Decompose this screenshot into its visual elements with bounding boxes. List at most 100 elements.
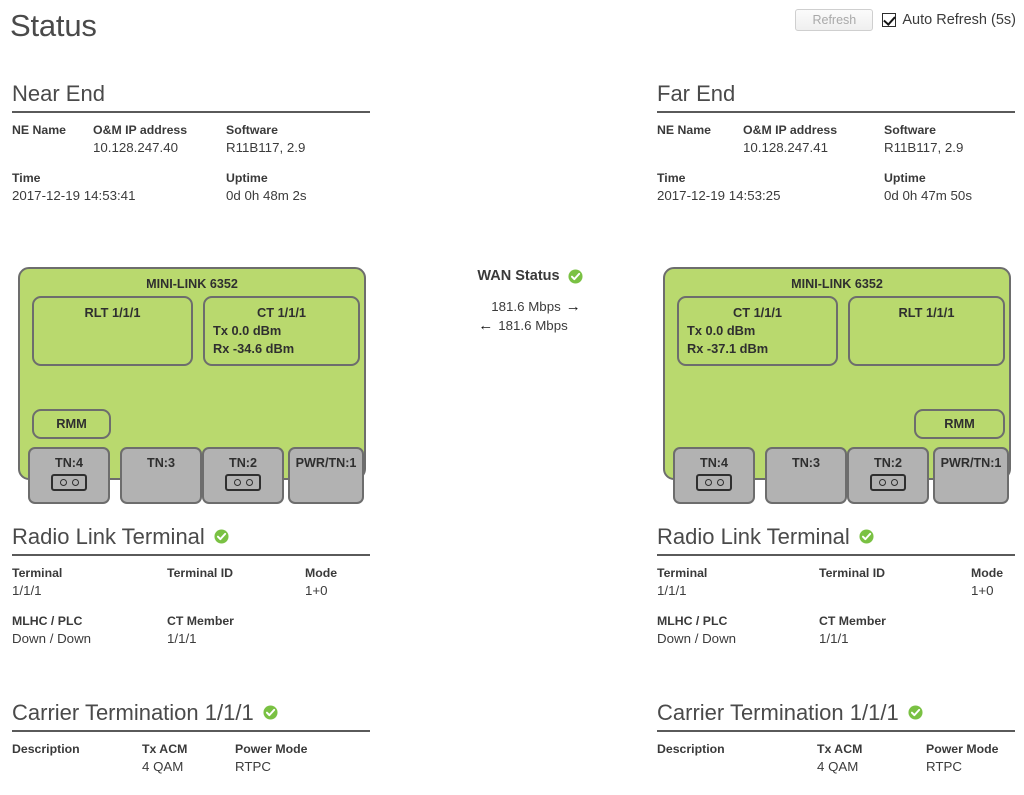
module-label: PWR/TN:1 xyxy=(940,456,1002,470)
check-circle-icon xyxy=(214,529,229,544)
arrow-left-icon: ← xyxy=(478,317,494,334)
field-label: MLHC / PLC xyxy=(657,614,728,629)
field-label: NE Name xyxy=(12,123,66,138)
far-end-ct-heading: Carrier Termination 1/1/1 xyxy=(657,701,1015,724)
module-slot[interactable]: PWR/TN:1 xyxy=(288,447,364,504)
rmm-unit-label: RMM xyxy=(56,416,87,431)
wan-upstream-rate-row: ← 181.6 Mbps xyxy=(430,316,630,335)
refresh-button[interactable]: Refresh xyxy=(795,9,874,31)
field-label: O&M IP address xyxy=(743,123,838,138)
field-label: O&M IP address xyxy=(93,123,188,138)
wan-status-heading: WAN Status xyxy=(430,268,630,284)
field-label: MLHC / PLC xyxy=(12,614,83,629)
module-slot[interactable]: PWR/TN:1 xyxy=(933,447,1009,504)
status-page: Status Refresh Auto Refresh (5s) Near En… xyxy=(0,0,1024,795)
module-slot[interactable]: TN:2 xyxy=(847,447,929,504)
module-label: PWR/TN:1 xyxy=(295,456,357,470)
wan-status-panel: WAN Status 181.6 Mbps → ← 181.6 Mbps xyxy=(430,268,630,335)
rlt-unit-label: RLT 1/1/1 xyxy=(84,305,141,320)
field-value: 10.128.247.40 xyxy=(93,140,179,156)
field-value: 1/1/1 xyxy=(12,583,42,599)
module-slot[interactable]: TN:4 xyxy=(673,447,755,504)
far-end-rlt-fields: Terminal Terminal ID Mode 1/1/1 1+0 MLHC… xyxy=(657,565,1015,648)
ct-unit[interactable]: CT 1/1/1 Tx 0.0 dBm Rx -34.6 dBm xyxy=(203,296,360,366)
rlt-unit[interactable]: RLT 1/1/1 xyxy=(848,296,1005,366)
module-label: TN:2 xyxy=(229,456,257,470)
divider xyxy=(12,730,370,733)
chassis-model-label: MINI-LINK 6352 xyxy=(791,277,883,291)
field-label: Description xyxy=(12,742,80,757)
field-value: 1+0 xyxy=(971,583,994,599)
far-end-device-diagram: MINI-LINK 6352 CT 1/1/1 Tx 0.0 dBm Rx -3… xyxy=(657,267,1015,504)
wan-upstream-rate: 181.6 Mbps xyxy=(498,318,568,333)
field-value: 4 QAM xyxy=(142,759,184,775)
field-label: Terminal ID xyxy=(819,566,886,581)
field-value: 4 QAM xyxy=(817,759,859,775)
module-label: TN:4 xyxy=(700,456,728,470)
field-label: Power Mode xyxy=(235,742,308,757)
ct-tx-power: Tx 0.0 dBm xyxy=(687,323,756,338)
field-label: Power Mode xyxy=(926,742,999,757)
field-value: RTPC xyxy=(235,759,271,775)
field-value: Down / Down xyxy=(12,631,92,647)
field-value: R11B117, 2.9 xyxy=(884,140,964,156)
wan-downstream-rate: 181.6 Mbps xyxy=(491,299,561,314)
module-slot[interactable]: TN:2 xyxy=(202,447,284,504)
check-circle-icon xyxy=(568,268,583,284)
field-value: 0d 0h 47m 50s xyxy=(884,188,972,204)
field-value: Down / Down xyxy=(657,631,737,647)
rlt-unit[interactable]: RLT 1/1/1 xyxy=(32,296,193,366)
check-circle-icon xyxy=(263,705,278,720)
check-circle-icon xyxy=(908,705,923,720)
module-slot[interactable]: TN:4 xyxy=(28,447,110,504)
module-slot[interactable]: TN:3 xyxy=(120,447,202,504)
wan-downstream-rate-row: 181.6 Mbps → xyxy=(430,297,630,316)
ct-rx-power: Rx -37.1 dBm xyxy=(687,341,769,356)
field-value: 1/1/1 xyxy=(167,631,197,647)
near-end-rlt-fields: Terminal Terminal ID Mode 1/1/1 1+0 MLHC… xyxy=(12,565,370,648)
wan-rates: 181.6 Mbps → ← 181.6 Mbps xyxy=(430,297,630,335)
field-value: 1+0 xyxy=(305,583,328,599)
arrow-right-icon: → xyxy=(565,298,581,315)
near-end-info: NE Name O&M IP address Software 10.128.2… xyxy=(12,122,370,205)
field-label: Time xyxy=(657,171,686,186)
module-label: TN:4 xyxy=(55,456,83,470)
divider xyxy=(657,554,1015,557)
field-label: Software xyxy=(884,123,936,138)
field-value: R11B117, 2.9 xyxy=(226,140,306,156)
field-label: CT Member xyxy=(819,614,886,629)
near-end-device-diagram: MINI-LINK 6352 RLT 1/1/1 CT 1/1/1 Tx 0.0… xyxy=(12,267,370,504)
auto-refresh-checkbox[interactable] xyxy=(882,13,897,27)
field-value: 1/1/1 xyxy=(657,583,687,599)
ct-unit[interactable]: CT 1/1/1 Tx 0.0 dBm Rx -37.1 dBm xyxy=(677,296,838,366)
near-end-ct-fields: Description Tx ACM Power Mode 4 QAM RTPC xyxy=(12,741,370,776)
field-label: Description xyxy=(657,742,725,757)
rmm-unit[interactable]: RMM xyxy=(914,409,1005,439)
port-connector-icon xyxy=(225,474,261,491)
auto-refresh-label: Auto Refresh (5s) xyxy=(902,12,1016,28)
divider xyxy=(12,111,370,114)
field-label: Tx ACM xyxy=(817,742,863,757)
port-connector-icon xyxy=(51,474,87,491)
ct-unit-label: CT 1/1/1 xyxy=(732,305,783,320)
field-value: 10.128.247.41 xyxy=(743,140,829,156)
divider xyxy=(12,554,370,557)
field-value: 2017-12-19 14:53:41 xyxy=(12,188,136,204)
field-value: 2017-12-19 14:53:25 xyxy=(657,188,781,204)
rmm-unit[interactable]: RMM xyxy=(32,409,111,439)
chassis-model-label: MINI-LINK 6352 xyxy=(146,277,238,291)
field-label: Uptime xyxy=(884,171,926,186)
check-circle-icon xyxy=(859,529,874,544)
field-label: Uptime xyxy=(226,171,268,186)
near-end-heading: Near End xyxy=(12,81,105,106)
field-value: 0d 0h 48m 2s xyxy=(226,188,307,204)
auto-refresh-toggle[interactable]: Auto Refresh (5s) xyxy=(882,12,1016,28)
rmm-unit-label: RMM xyxy=(944,416,975,431)
ct-rx-power: Rx -34.6 dBm xyxy=(213,341,295,356)
port-connector-icon xyxy=(870,474,906,491)
field-label: Software xyxy=(226,123,278,138)
field-label: Mode xyxy=(305,566,338,581)
field-label: Terminal xyxy=(12,566,63,581)
module-slot[interactable]: TN:3 xyxy=(765,447,847,504)
field-value: 1/1/1 xyxy=(819,631,849,647)
